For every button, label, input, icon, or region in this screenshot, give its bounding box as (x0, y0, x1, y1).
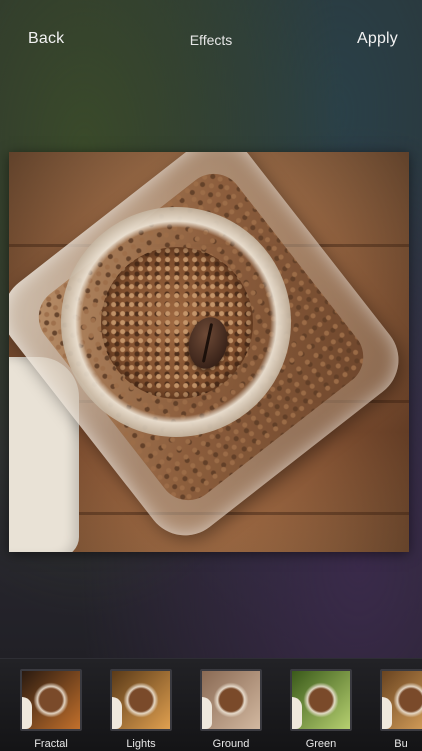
filter-label: Ground (212, 738, 250, 750)
filter-item-fractal[interactable]: Fractal (20, 669, 82, 750)
apply-button[interactable]: Apply (357, 30, 398, 48)
coffee-grounds (101, 247, 253, 399)
filter-label: Lights (126, 738, 156, 750)
filter-thumbnail[interactable] (290, 669, 352, 731)
photo-preview (9, 152, 409, 552)
filter-item-partial[interactable]: Bu (380, 669, 422, 750)
filter-item-ground[interactable]: Ground (200, 669, 262, 750)
top-bar: Back Effects Apply (0, 0, 422, 78)
filter-label: Green (305, 738, 337, 750)
filter-thumbnail[interactable] (380, 669, 422, 731)
filter-thumbnail[interactable] (200, 669, 262, 731)
filter-strip: Fractal Lights Ground Green Bu (0, 658, 422, 751)
filter-label: Bu (394, 738, 408, 750)
filter-thumbnail[interactable] (20, 669, 82, 731)
filter-item-lights[interactable]: Lights (110, 669, 172, 750)
filter-label: Fractal (34, 738, 68, 750)
filter-item-green[interactable]: Green (290, 669, 352, 750)
filter-thumbnail[interactable] (110, 669, 172, 731)
